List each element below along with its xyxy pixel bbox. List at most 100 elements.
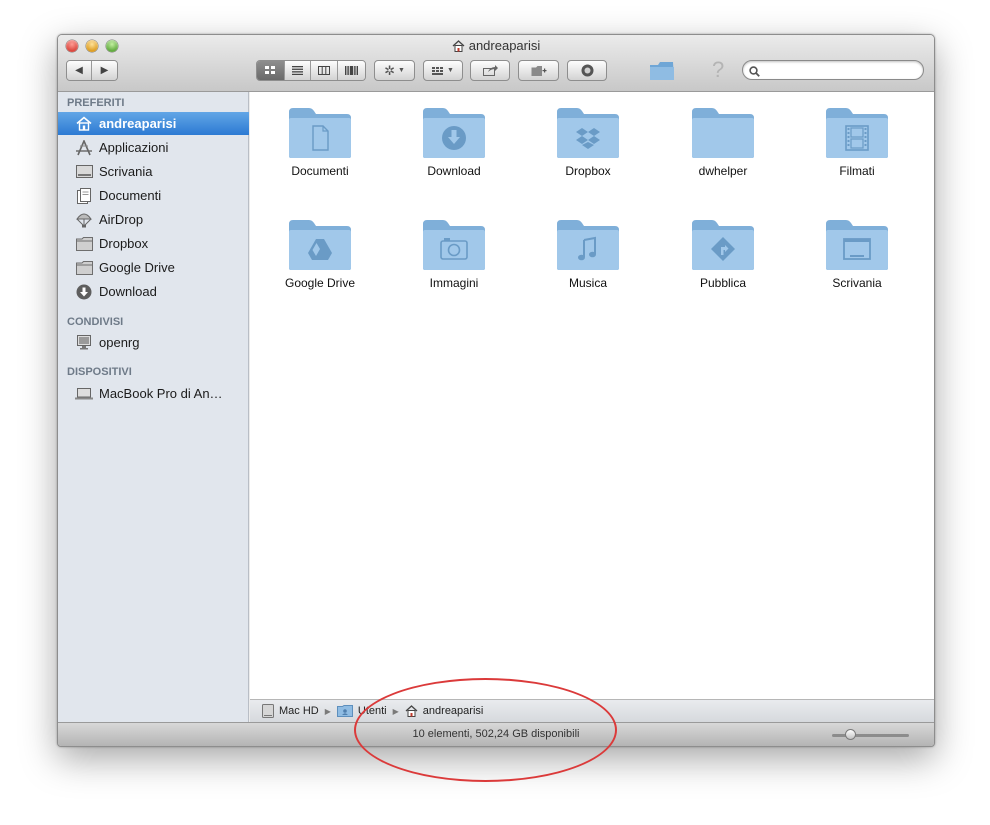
laptop-icon <box>75 385 93 403</box>
sidebar-item-label: Dropbox <box>99 236 149 251</box>
home-icon <box>405 705 418 717</box>
list-view-button[interactable] <box>284 61 312 80</box>
sidebar: PREFERITI andreaparisi Applicazioni Scri… <box>58 92 249 722</box>
share-button[interactable] <box>470 60 510 81</box>
sidebar-item-label: Documenti <box>99 188 162 203</box>
path-crumb-utenti[interactable]: Utenti <box>336 705 387 717</box>
dropdown-arrow-icon: ▼ <box>447 67 454 74</box>
folder-item-label: dwhelper <box>698 164 748 178</box>
coverflow-view-icon <box>344 66 358 75</box>
sidebar-item-label: MacBook Pro di An… <box>99 386 223 401</box>
folder-item-pubblica[interactable]: Pubblica <box>663 218 783 290</box>
sidebar-section-devices: DISPOSITIVI <box>67 366 132 378</box>
home-icon <box>452 40 465 55</box>
sidebar-section-shared: CONDIVISI <box>67 316 124 328</box>
folder-item-label: Immagini <box>429 276 479 290</box>
airdrop-icon <box>75 211 93 229</box>
path-crumb-andreaparisi[interactable]: andreaparisi <box>405 705 484 717</box>
folder-item-dwhelper[interactable]: dwhelper <box>663 106 783 178</box>
search-input[interactable] <box>763 62 917 79</box>
sidebar-item-label: andreaparisi <box>99 116 177 131</box>
new-folder-button[interactable] <box>518 60 559 81</box>
path-crumb-mac-hd[interactable]: Mac HD <box>262 704 319 718</box>
path-separator-icon: ▶ <box>392 706 399 716</box>
window-title: andreaparisi <box>58 38 934 55</box>
pictures-folder-icon <box>423 220 485 270</box>
arrange-grid-icon <box>432 66 444 75</box>
view-mode-control <box>256 60 366 81</box>
sidebar-item-airdrop[interactable]: AirDrop <box>58 208 249 231</box>
quicklook-button[interactable] <box>567 60 607 81</box>
icon-size-slider-knob[interactable] <box>845 729 856 740</box>
sidebar-item-dropbox[interactable]: Dropbox <box>58 232 249 255</box>
folder-item-documenti[interactable]: Documenti <box>260 106 380 178</box>
download-folder-icon <box>423 108 485 158</box>
sidebar-item-label: AirDrop <box>99 212 144 227</box>
home-icon <box>75 115 93 133</box>
new-folder-icon <box>531 65 546 76</box>
back-forward-control: ◀ ▶ <box>66 60 118 81</box>
arrange-menu-button[interactable]: ▼ <box>423 60 463 81</box>
sidebar-item-label: Download <box>99 284 157 299</box>
quicklook-icon <box>581 64 593 77</box>
sidebar-item-andreaparisi[interactable]: andreaparisi <box>58 112 249 135</box>
sidebar-item-label: openrg <box>99 335 140 350</box>
path-crumb-label: Utenti <box>357 705 387 717</box>
file-browser-content: Documenti Download Dropbox dwhelper Film… <box>250 92 934 699</box>
sidebar-item-label: Google Drive <box>99 260 175 275</box>
folder-item-musica[interactable]: Musica <box>528 218 648 290</box>
chevron-right-icon: ▶ <box>100 65 109 76</box>
desktop-folder-icon <box>826 220 888 270</box>
status-text: 10 elementi, 502,24 GB disponibili <box>412 728 580 740</box>
help-icon[interactable]: ? <box>712 57 724 83</box>
coverflow-view-button[interactable] <box>337 61 365 80</box>
folder-item-label: Scrivania <box>832 276 882 290</box>
icon-view-icon <box>264 66 275 74</box>
column-view-button[interactable] <box>311 61 338 80</box>
sidebar-item-applicazioni[interactable]: Applicazioni <box>58 136 249 159</box>
hard-drive-icon <box>262 704 274 718</box>
back-button[interactable]: ◀ <box>67 61 93 80</box>
folder-item-label: Pubblica <box>699 276 747 290</box>
documents-folder-icon <box>289 108 351 158</box>
folder-icon <box>692 108 754 158</box>
folder-item-label: Download <box>427 164 481 178</box>
sidebar-item-download[interactable]: Download <box>58 280 249 303</box>
folder-item-label: Google Drive <box>284 276 356 290</box>
icon-view-button[interactable] <box>257 61 285 80</box>
action-menu-button[interactable]: ✲ ▼ <box>374 60 415 81</box>
dropbox-folder-icon <box>557 108 619 158</box>
folder-item-label: Documenti <box>291 164 349 178</box>
folder-item-google-drive[interactable]: Google Drive <box>260 218 380 290</box>
folder-path-icon[interactable] <box>649 61 675 86</box>
sidebar-section-favorites: PREFERITI <box>67 97 125 109</box>
forward-button[interactable]: ▶ <box>92 61 117 80</box>
sidebar-item-google-drive[interactable]: Google Drive <box>58 256 249 279</box>
search-field[interactable] <box>742 60 924 80</box>
sidebar-item-macbook-pro[interactable]: MacBook Pro di An… <box>58 382 249 405</box>
folder-item-download[interactable]: Download <box>394 106 514 178</box>
icon-size-slider[interactable] <box>832 734 909 737</box>
title-bar: andreaparisi ◀ ▶ ✲ ▼ ▼ ? <box>58 35 934 92</box>
gear-icon: ✲ <box>384 62 395 78</box>
sidebar-item-openrg[interactable]: openrg <box>58 331 249 354</box>
google-drive-folder-icon <box>289 220 351 270</box>
sidebar-item-scrivania[interactable]: Scrivania <box>58 160 249 183</box>
folder-icon <box>75 259 93 277</box>
users-folder-icon <box>336 705 353 717</box>
folder-item-immagini[interactable]: Immagini <box>394 218 514 290</box>
finder-window: andreaparisi ◀ ▶ ✲ ▼ ▼ ? PREFERITI andre… <box>57 34 935 747</box>
path-crumb-label: andreaparisi <box>422 705 484 717</box>
folder-item-filmati[interactable]: Filmati <box>797 106 917 178</box>
path-separator-icon: ▶ <box>324 706 331 716</box>
dropdown-arrow-icon: ▼ <box>397 67 405 74</box>
column-view-icon <box>317 66 330 75</box>
folder-icon <box>75 235 93 253</box>
sidebar-item-label: Scrivania <box>99 164 153 179</box>
share-icon <box>482 65 498 76</box>
folder-item-label: Dropbox <box>565 164 611 178</box>
folder-item-scrivania[interactable]: Scrivania <box>797 218 917 290</box>
folder-item-dropbox[interactable]: Dropbox <box>528 106 648 178</box>
sidebar-item-documenti[interactable]: Documenti <box>58 184 249 207</box>
status-bar: 10 elementi, 502,24 GB disponibili <box>58 722 934 746</box>
